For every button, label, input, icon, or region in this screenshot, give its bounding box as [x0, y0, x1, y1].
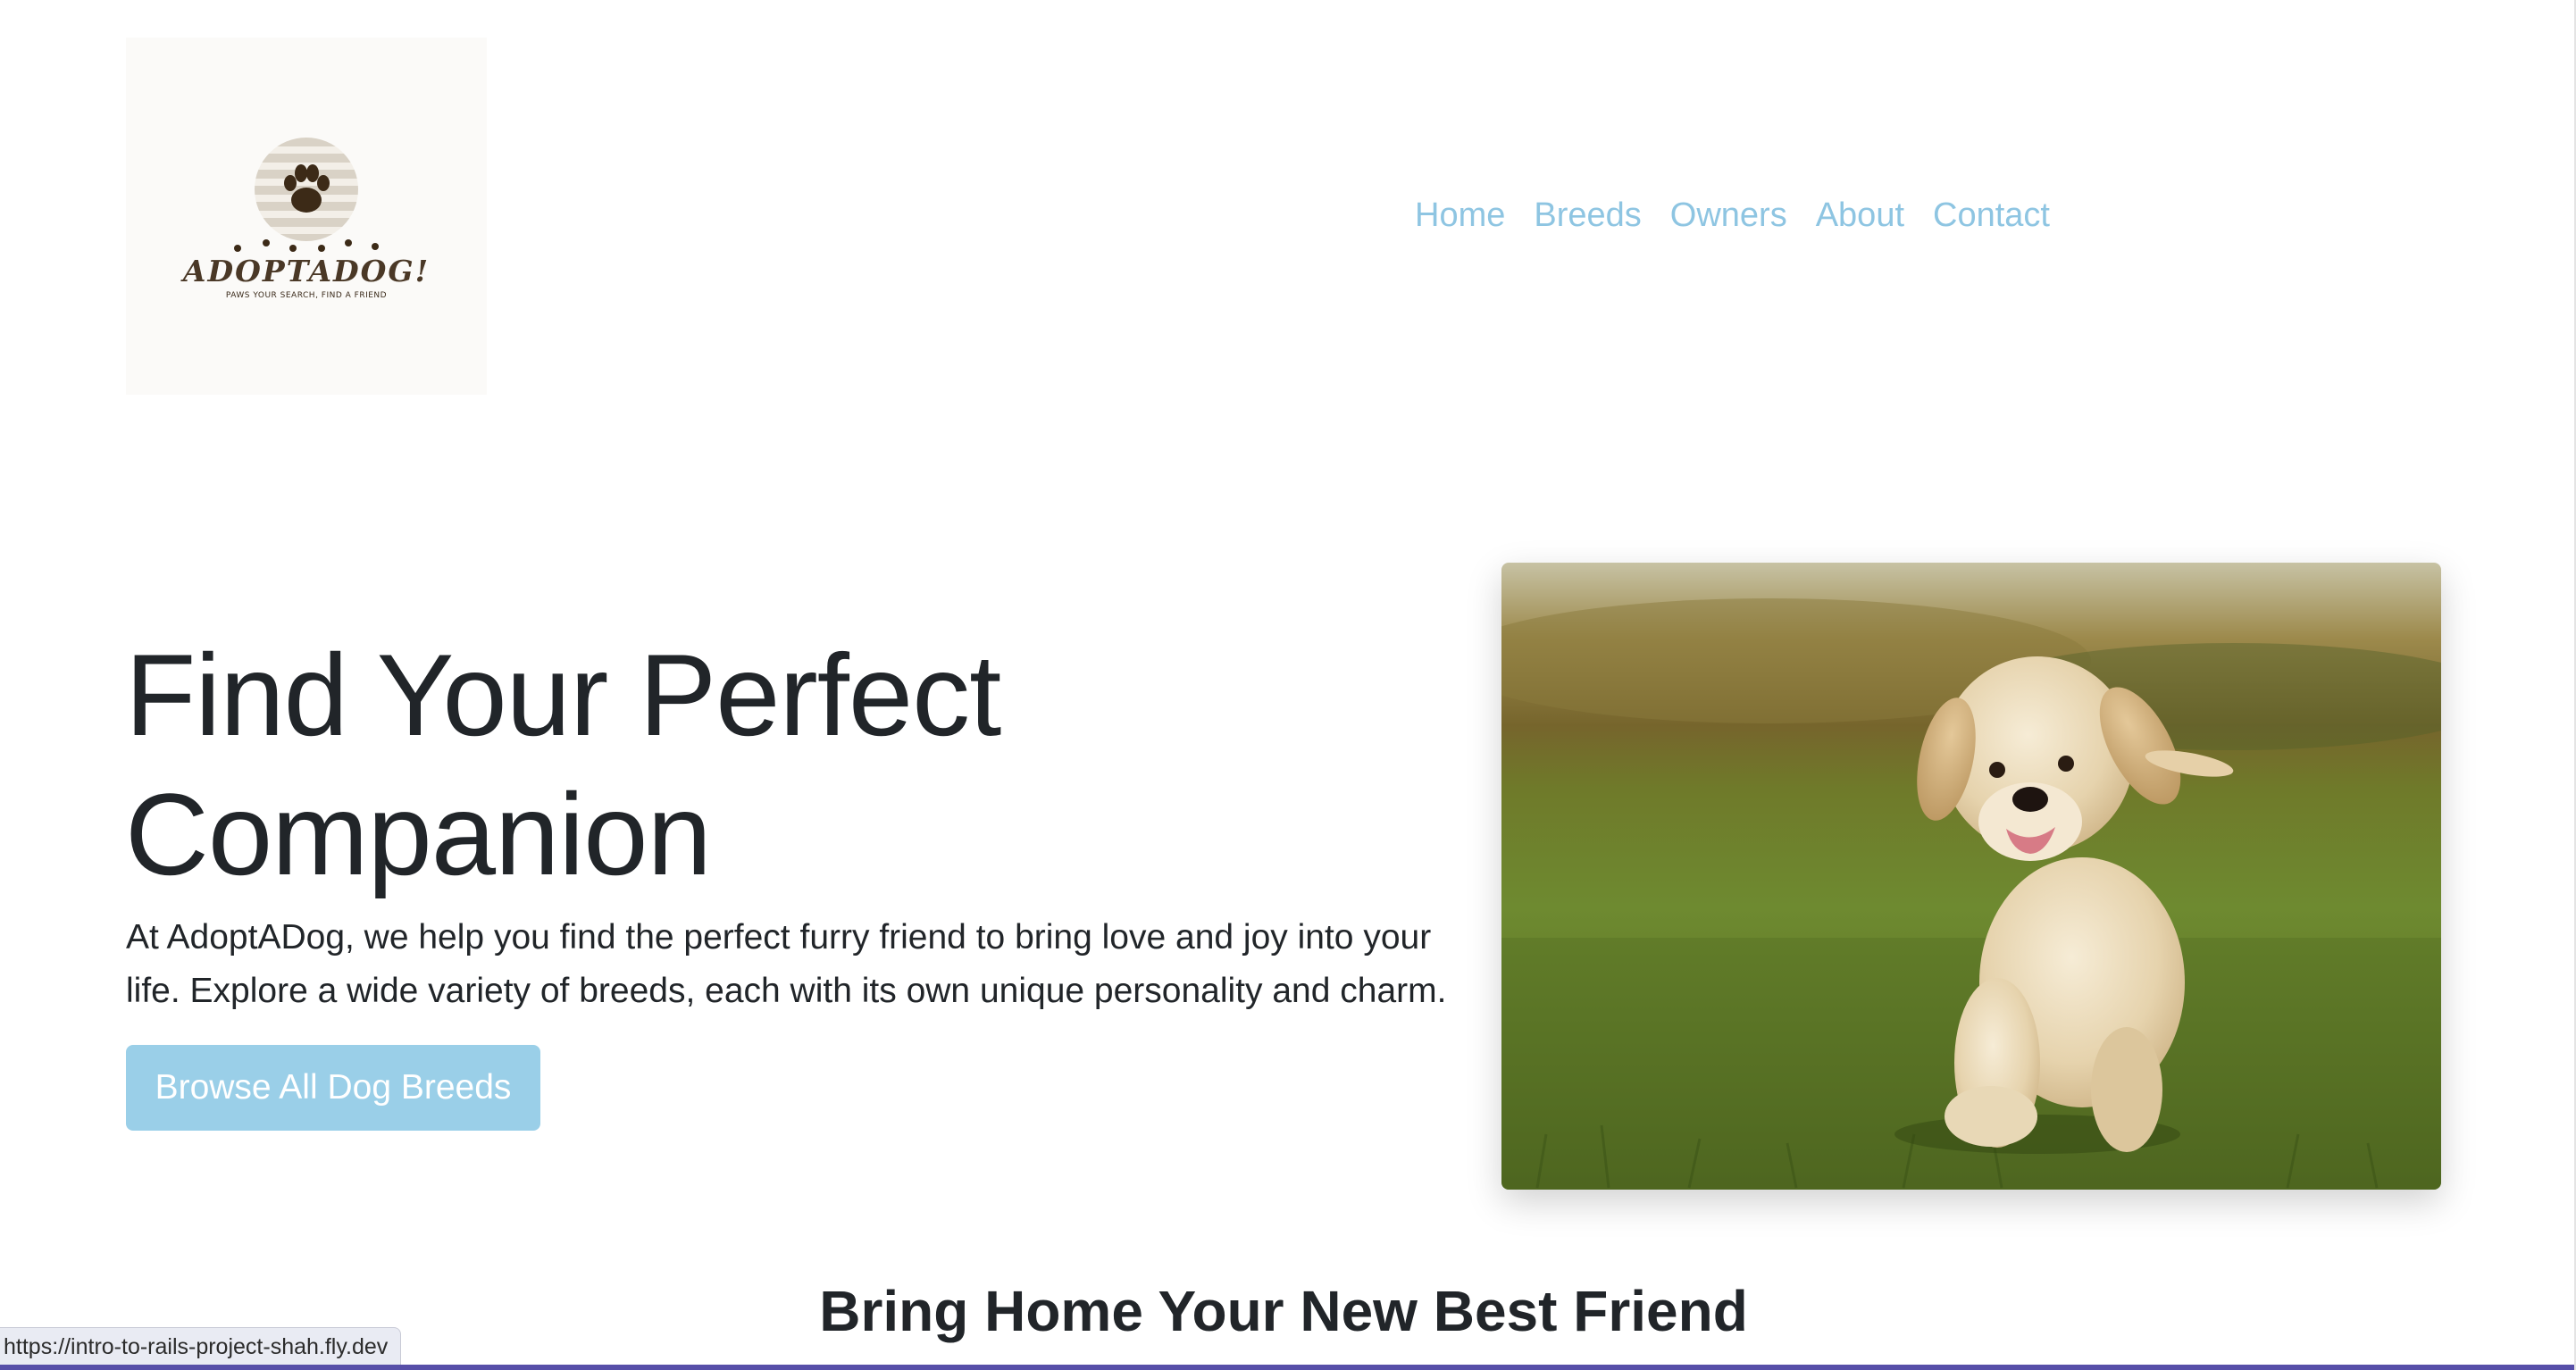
nav-owners[interactable]: Owners [1656, 191, 1802, 239]
logo-tagline: PAWS YOUR SEARCH, FIND A FRIEND [225, 291, 388, 300]
paw-icon [255, 138, 358, 241]
hero-title-line-2: Companion [125, 769, 712, 899]
nav-about[interactable]: About [1802, 191, 1919, 239]
logo-wordmark: ADOPTADOG! [182, 254, 431, 288]
hero-puppy-image [1501, 563, 2441, 1190]
nav-breeds[interactable]: Breeds [1519, 191, 1655, 239]
site-logo[interactable]: ADOPTADOG! PAWS YOUR SEARCH, FIND A FRIE… [126, 38, 487, 395]
hero-title: Find Your Perfect Companion [125, 625, 1197, 904]
page: ADOPTADOG! PAWS YOUR SEARCH, FIND A FRIE… [0, 0, 2576, 1370]
browse-breeds-button[interactable]: Browse All Dog Breeds [126, 1045, 540, 1131]
nav-contact[interactable]: Contact [1919, 191, 2064, 239]
hero-title-line-1: Find Your Perfect [125, 630, 1001, 760]
nav-home[interactable]: Home [1415, 191, 1519, 239]
main-nav: Home Breeds Owners About Contact [1415, 191, 2064, 239]
hero-description: At AdoptADog, we help you find the perfe… [126, 918, 1447, 1010]
link-status-bar: https://intro-to-rails-project-shah.fly.… [0, 1327, 402, 1366]
window-bottom-edge [0, 1365, 2576, 1370]
